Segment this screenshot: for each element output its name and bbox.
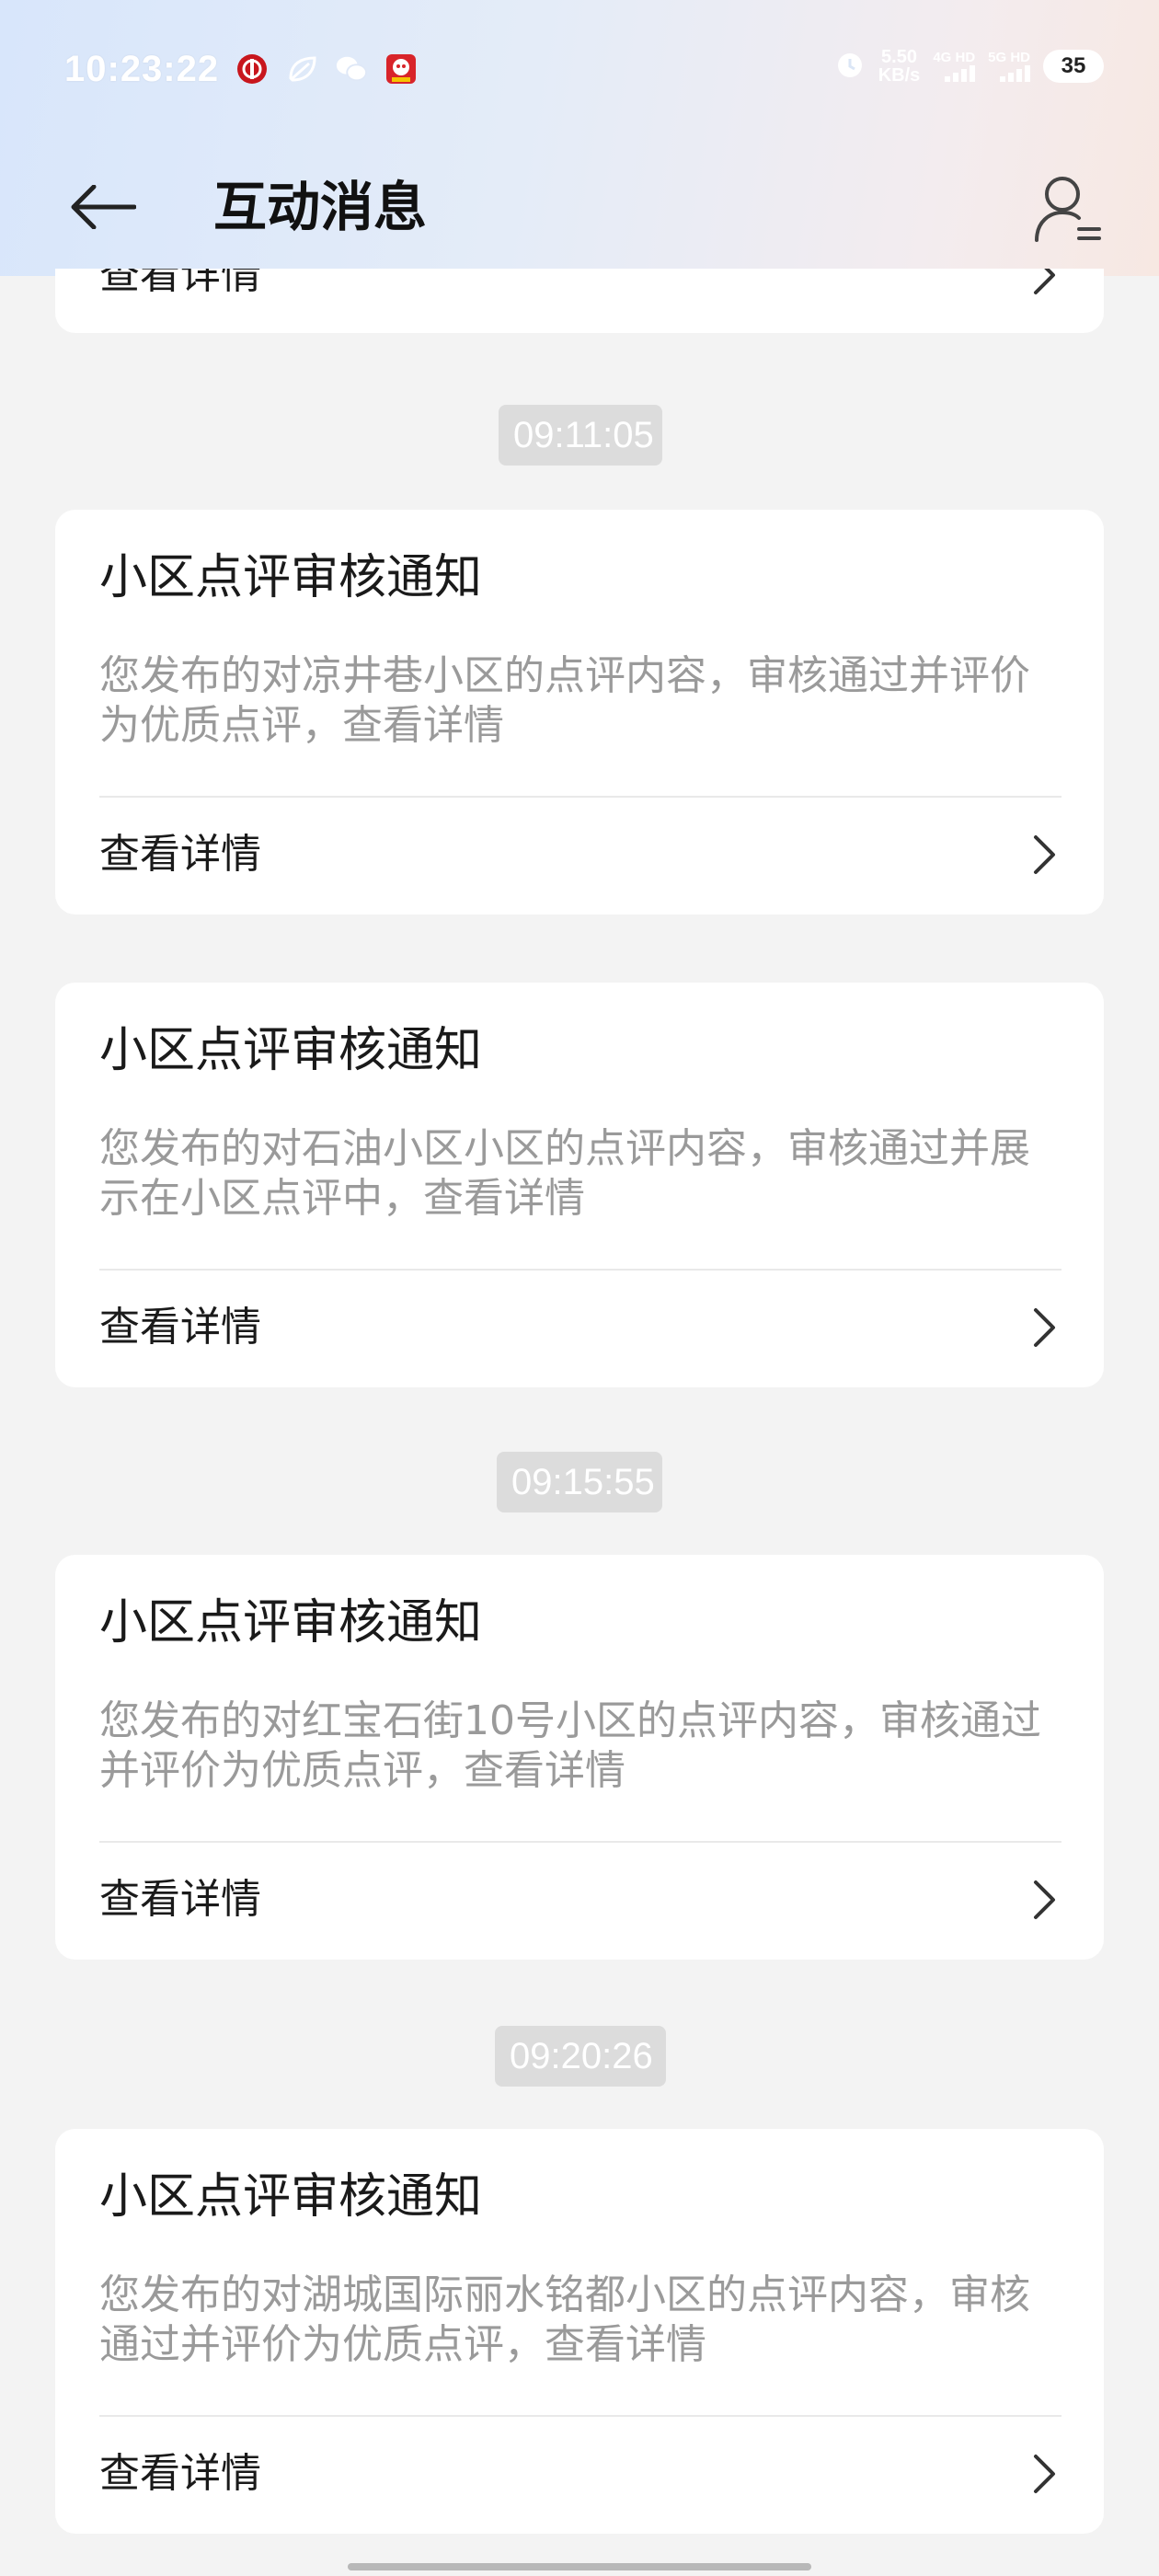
view-details-link[interactable]: 查看详情 [99,1875,261,1925]
wechat-icon [335,52,368,86]
view-details-link[interactable]: 查看详情 [99,269,261,300]
chevron-right-icon[interactable] [1027,269,1063,303]
status-bar: 10:23:22 5.50 KB/s 4G HD 5G HD 35 [0,0,1159,138]
signal-4g: 4G HD [933,50,976,82]
signal-bars-icon [1000,65,1030,82]
view-details-link[interactable]: 查看详情 [99,1303,261,1352]
page-title: 互动消息 [213,176,428,238]
status-right-group: 5.50 KB/s 4G HD 5G HD 35 [834,48,1104,85]
message-body: 您发布的对石油小区小区的点评内容，审核通过并展示在小区点评中，查看详情 [99,1125,1030,1222]
contacts-button[interactable] [1027,167,1109,250]
home-indicator[interactable] [348,2563,811,2570]
signal-bars-icon [945,65,976,82]
alarm-icon [834,49,866,84]
message-card-partial: 查看详情 [55,269,1104,333]
chevron-right-icon[interactable] [1027,1300,1063,1355]
leaf-app-icon [285,52,318,86]
chevron-right-icon[interactable] [1027,827,1063,882]
message-card[interactable]: 小区点评审核通知 您发布的对石油小区小区的点评内容，审核通过并展示在小区点评中，… [55,983,1104,1387]
message-title: 小区点评审核通知 [99,1595,483,1650]
message-card[interactable]: 小区点评审核通知 您发布的对红宝石街10号小区的点评内容，审核通过并评价为优质点… [55,1555,1104,1960]
signal-4g-label: 4G HD [933,50,976,65]
message-card[interactable]: 小区点评审核通知 您发布的对湖城国际丽水铭都小区的点评内容，审核通过并评价为优质… [55,2129,1104,2534]
bank-app-icon [235,52,269,86]
signal-5g-label: 5G HD [988,50,1030,65]
notification-icons [235,52,418,86]
message-body: 您发布的对红宝石街10号小区的点评内容，审核通过并评价为优质点评，查看详情 [99,1697,1041,1794]
status-time: 10:23:22 [64,48,220,89]
network-speed-unit: KB/s [878,65,921,86]
divider [99,796,1061,798]
message-list[interactable]: 查看详情 09:11:05 小区点评审核通知 您发布的对凉井巷小区的点评内容，审… [0,269,1159,2576]
message-body: 您发布的对凉井巷小区的点评内容，审核通过并评价为优质点评，查看详情 [99,652,1030,749]
mascot-app-icon [384,52,418,86]
message-title: 小区点评审核通知 [99,1023,483,1078]
view-details-link[interactable]: 查看详情 [99,2449,261,2499]
divider [99,2415,1061,2417]
message-body: 您发布的对湖城国际丽水铭都小区的点评内容，审核通过并评价为优质点评，查看详情 [99,2271,1030,2368]
signal-5g: 5G HD [988,51,1030,82]
divider [99,1269,1061,1271]
message-card[interactable]: 小区点评审核通知 您发布的对凉井巷小区的点评内容，审核通过并评价为优质点评，查看… [55,510,1104,914]
divider [99,1841,1061,1843]
timestamp-chip: 09:15:55 [497,1452,662,1512]
navigation-bar: 互动消息 [0,147,1159,267]
view-details-link[interactable]: 查看详情 [99,830,261,880]
user-list-icon [1035,177,1101,242]
network-speed: 5.50 KB/s [878,48,921,85]
battery-indicator: 35 [1043,50,1104,83]
chevron-right-icon[interactable] [1027,2446,1063,2501]
back-arrow-icon [71,185,136,229]
message-title: 小区点评审核通知 [99,550,483,605]
chevron-right-icon[interactable] [1027,1872,1063,1927]
back-button[interactable] [66,175,140,239]
message-title: 小区点评审核通知 [99,2169,483,2225]
timestamp-chip: 09:20:26 [495,2026,666,2087]
network-speed-value: 5.50 [881,47,917,67]
timestamp-chip: 09:11:05 [499,405,662,466]
